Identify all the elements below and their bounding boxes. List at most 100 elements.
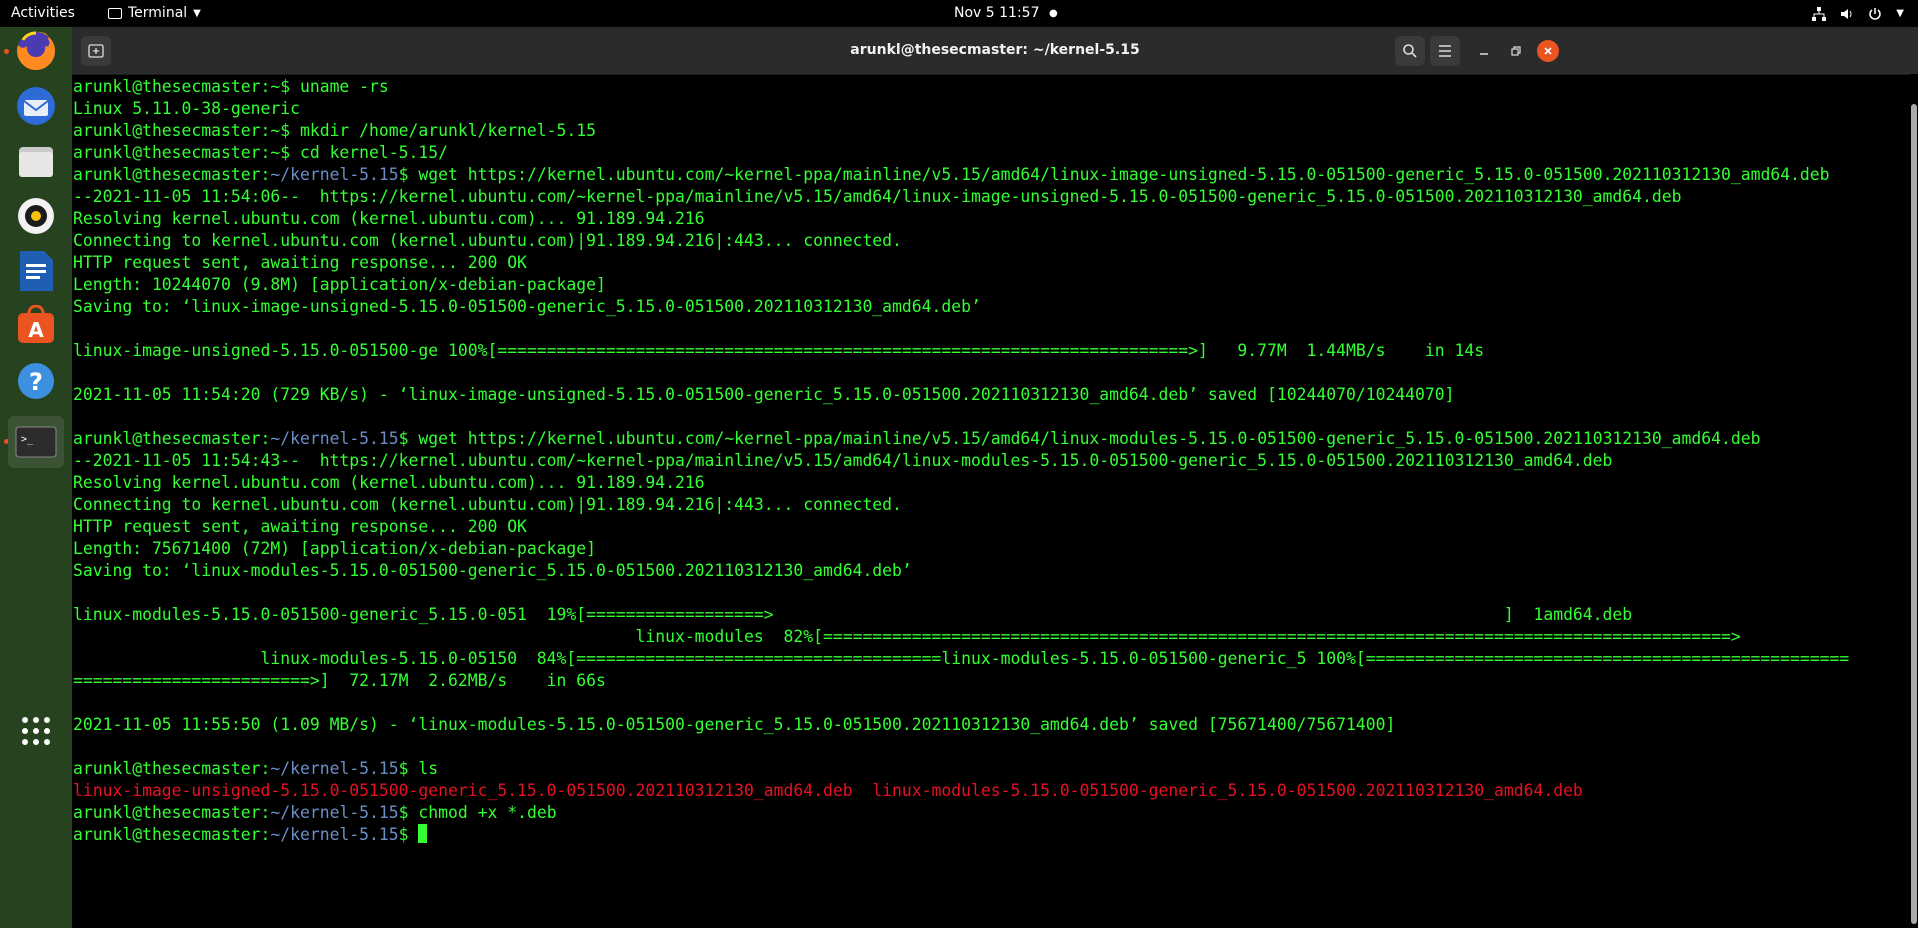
terminal-text: Saving to: ‘linux-image-unsigned-5.15.0-… [73, 297, 981, 316]
terminal-line: Resolving kernel.ubuntu.com (kernel.ubun… [73, 208, 1849, 230]
writer-icon[interactable] [12, 247, 60, 295]
rhythmbox-icon[interactable] [12, 192, 60, 240]
terminal-text: arunkl@thesecmaster: [73, 825, 271, 844]
terminal-line: Saving to: ‘linux-modules-5.15.0-051500-… [73, 560, 1849, 582]
notification-dot-icon: ● [1049, 8, 1058, 19]
terminal-text: HTTP request sent, awaiting response... … [73, 253, 527, 272]
terminal-text: arunkl@thesecmaster:~$ cd kernel-5.15/ [73, 143, 448, 162]
dock: A ? >_ [0, 27, 72, 928]
svg-text:A: A [28, 318, 44, 342]
header-bar[interactable]: arunkl@thesecmaster: ~/kernel-5.15 [72, 27, 1918, 75]
software-icon[interactable]: A [12, 302, 60, 350]
search-button[interactable] [1395, 36, 1425, 66]
terminal-text: Length: 10244070 (9.8M) [application/x-d… [73, 275, 606, 294]
terminal-text: Resolving kernel.ubuntu.com (kernel.ubun… [73, 473, 705, 492]
terminal-line: linux-modules 82%[======================… [73, 626, 1849, 648]
terminal-icon[interactable]: >_ [8, 416, 64, 468]
terminal-text: $ wget https://kernel.ubuntu.com/~kernel… [398, 429, 1761, 448]
terminal-line: Saving to: ‘linux-image-unsigned-5.15.0-… [73, 296, 1849, 318]
terminal-window: arunkl@thesecmaster: ~/kernel-5.15 arunk… [72, 27, 1918, 928]
system-tray[interactable]: ▼ [1812, 0, 1904, 27]
text-cursor [418, 824, 428, 843]
terminal-text: --2021-11-05 11:54:06-- https://kernel.u… [73, 187, 1682, 206]
terminal-line: --2021-11-05 11:54:43-- https://kernel.u… [73, 450, 1849, 472]
volume-icon [1841, 8, 1852, 19]
terminal-lines: arunkl@thesecmaster:~$ uname -rs Linux 5.… [73, 76, 1849, 846]
app-menu[interactable]: Terminal ▼ [108, 0, 201, 27]
terminal-text: linux-image-unsigned-5.15.0-051500-ge 10… [73, 341, 1485, 360]
terminal-line: linux-image-unsigned-5.15.0-051500-gener… [73, 780, 1849, 802]
terminal-line: arunkl@thesecmaster:~/kernel-5.15$ chmod… [73, 802, 1849, 824]
firefox-icon[interactable] [12, 27, 60, 75]
ls-filename: linux-image-unsigned-5.15.0-051500-gener… [73, 781, 1583, 800]
search-icon [1403, 44, 1417, 58]
app-menu-label: Terminal [128, 5, 188, 21]
prompt-path: ~/kernel-5.15 [270, 429, 399, 448]
terminal-line: arunkl@thesecmaster:~/kernel-5.15$ wget … [73, 428, 1849, 450]
scrollbar-thumb[interactable] [1911, 104, 1917, 924]
terminal-output[interactable]: arunkl@thesecmaster:~$ uname -rs Linux 5.… [72, 74, 1910, 928]
terminal-text: 2021-11-05 11:54:20 (729 KB/s) - ‘linux-… [73, 385, 1455, 404]
prompt-path: ~/kernel-5.15 [270, 803, 399, 822]
terminal-text: arunkl@thesecmaster: [73, 429, 271, 448]
terminal-text: linux-modules-5.15.0-051500-generic_5.15… [73, 605, 1633, 624]
thunderbird-icon[interactable] [12, 82, 60, 130]
terminal-line: 2021-11-05 11:55:50 (1.09 MB/s) - ‘linux… [73, 714, 1849, 736]
terminal-text: arunkl@thesecmaster:~$ uname -rs [73, 77, 389, 96]
terminal-line: arunkl@thesecmaster:~/kernel-5.15$ wget … [73, 164, 1849, 186]
window-title: arunkl@thesecmaster: ~/kernel-5.15 [850, 42, 1140, 58]
terminal-text: $ ls [398, 759, 439, 778]
restore-icon [1511, 46, 1521, 56]
terminal-text: Connecting to kernel.ubuntu.com (kernel.… [73, 495, 902, 514]
terminal-text: Connecting to kernel.ubuntu.com (kernel.… [73, 231, 902, 250]
terminal-line: --2021-11-05 11:54:06-- https://kernel.u… [73, 186, 1849, 208]
terminal-text: --2021-11-05 11:54:43-- https://kernel.u… [73, 451, 1613, 470]
terminal-line: linux-modules-5.15.0-05150 84%[=========… [73, 648, 1849, 670]
terminal-line: Resolving kernel.ubuntu.com (kernel.ubun… [73, 472, 1849, 494]
close-button[interactable] [1537, 40, 1559, 62]
terminal-text: $ [398, 825, 419, 844]
prompt-path: ~/kernel-5.15 [270, 165, 399, 184]
app-grid-icon[interactable] [12, 707, 60, 755]
terminal-line: Connecting to kernel.ubuntu.com (kernel.… [73, 230, 1849, 252]
terminal-text: $ wget https://kernel.ubuntu.com/~kernel… [398, 165, 1830, 184]
maximize-button[interactable] [1505, 40, 1527, 62]
terminal-text: Resolving kernel.ubuntu.com (kernel.ubun… [73, 209, 705, 228]
files-icon[interactable] [12, 137, 60, 185]
terminal-line: arunkl@thesecmaster:~$ mkdir /home/arunk… [73, 120, 1849, 142]
menu-button[interactable] [1430, 36, 1460, 66]
terminal-line: linux-modules-5.15.0-051500-generic_5.15… [73, 604, 1849, 626]
help-icon[interactable]: ? [12, 357, 60, 405]
top-bar: Activities Terminal ▼ Nov 5 11:57 ● ▼ [0, 0, 1918, 27]
terminal-text: 2021-11-05 11:55:50 (1.09 MB/s) - ‘linux… [73, 715, 1396, 734]
clock[interactable]: Nov 5 11:57 [954, 0, 1039, 27]
hamburger-icon [1439, 45, 1451, 57]
terminal-text: arunkl@thesecmaster: [73, 165, 271, 184]
tray-caret-down-icon: ▼ [1896, 8, 1904, 19]
terminal-line: Length: 10244070 (9.8M) [application/x-d… [73, 274, 1849, 296]
terminal-line: arunkl@thesecmaster:~$ uname -rs [73, 76, 1849, 98]
terminal-line: Length: 75671400 (72M) [application/x-de… [73, 538, 1849, 560]
terminal-line: Connecting to kernel.ubuntu.com (kernel.… [73, 494, 1849, 516]
minimize-icon [1480, 53, 1488, 55]
scrollbar[interactable] [1910, 74, 1918, 928]
prompt-path: ~/kernel-5.15 [270, 825, 399, 844]
prompt-path: ~/kernel-5.15 [270, 759, 399, 778]
terminal-text: arunkl@thesecmaster: [73, 803, 271, 822]
terminal-line: HTTP request sent, awaiting response... … [73, 252, 1849, 274]
terminal-text: arunkl@thesecmaster:~$ mkdir /home/arunk… [73, 121, 597, 140]
terminal-line: ========================>] 72.17M 2.62MB… [73, 670, 1849, 692]
terminal-line: HTTP request sent, awaiting response... … [73, 516, 1849, 538]
minimize-button[interactable] [1473, 40, 1495, 62]
terminal-text: Linux 5.11.0-38-generic [73, 99, 300, 118]
activities-button[interactable]: Activities [11, 0, 75, 27]
caret-down-icon: ▼ [193, 8, 201, 19]
terminal-line: arunkl@thesecmaster:~/kernel-5.15$ [73, 824, 1849, 846]
power-icon [1869, 7, 1881, 20]
terminal-text: linux-modules-5.15.0-05150 84%[=========… [73, 649, 1850, 668]
network-icon [1812, 6, 1827, 21]
